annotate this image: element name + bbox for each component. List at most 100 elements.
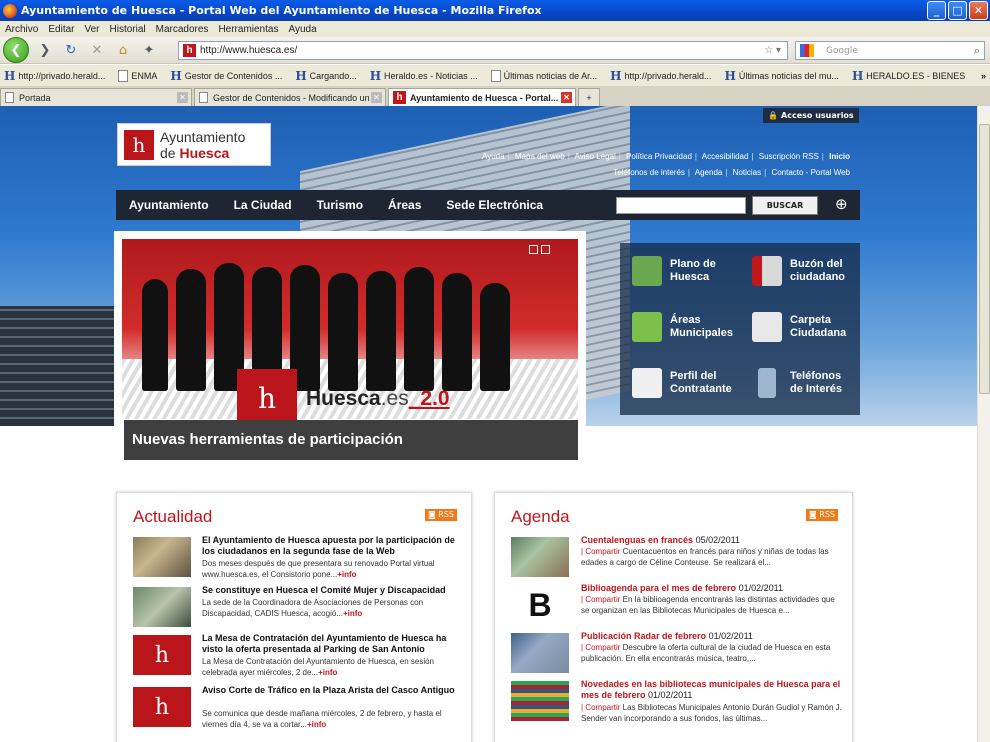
link-aviso-legal[interactable]: Aviso Legal [575, 152, 616, 161]
close-tab-icon[interactable]: ✕ [371, 92, 382, 103]
menu-ayuda[interactable]: Ayuda [283, 24, 321, 35]
nav-ayuntamiento[interactable]: Ayuntamiento [129, 198, 209, 212]
agenda-item[interactable]: B Biblioagenda para el mes de febrero 01… [511, 583, 841, 629]
news-item[interactable]: Se constituye en Huesca el Comité Mujer … [133, 585, 453, 631]
bookmark-item[interactable]: H Heraldo.es - Noticias ... [366, 69, 478, 83]
news-thumbnail[interactable] [133, 587, 191, 627]
tab-portada[interactable]: Portada ✕ [0, 88, 192, 106]
menu-historial[interactable]: Historial [105, 24, 151, 35]
agenda-thumbnail[interactable] [511, 681, 569, 721]
advanced-search-icon[interactable]: ⊕ [835, 195, 855, 215]
stop-icon[interactable]: ✕ [87, 43, 107, 58]
bookmark-item[interactable]: H Gestor de Contenidos ... [166, 69, 282, 83]
huesca-logo-icon[interactable]: h [133, 687, 191, 727]
news-title[interactable]: La Mesa de Contratación del Ayuntamiento… [202, 633, 460, 655]
menu-marcadores[interactable]: Marcadores [151, 24, 214, 35]
quick-telefonos[interactable]: Teléfonos de Interés [740, 355, 860, 411]
bookmark-item[interactable]: Últimas noticias de Ar... [487, 69, 597, 82]
tab-gestor[interactable]: Gestor de Contenidos - Modificando un ..… [194, 88, 386, 106]
quick-buzon[interactable]: Buzón del ciudadano [740, 243, 860, 299]
agenda-thumbnail[interactable] [511, 633, 569, 673]
share-link[interactable]: | Compartir [581, 547, 620, 556]
more-link[interactable]: +info [307, 720, 326, 729]
link-contacto[interactable]: Contacto - Portal Web [771, 168, 850, 177]
nav-la-ciudad[interactable]: La Ciudad [234, 198, 292, 212]
share-link[interactable]: | Compartir [581, 643, 620, 652]
url-bar[interactable]: h http://www.huesca.es/ ☆ ▾ [178, 41, 788, 60]
bookmark-item[interactable]: H HERALDO.ES - BIENES [848, 69, 965, 83]
site-search-input[interactable] [616, 197, 746, 214]
tab-ayuntamiento[interactable]: h Ayuntamiento de Huesca - Portal... ✕ [388, 88, 576, 106]
minimize-button[interactable]: _ [927, 1, 946, 20]
news-item[interactable]: El Ayuntamiento de Huesca apuesta por la… [133, 535, 455, 581]
access-users-button[interactable]: 🔒 Acceso usuarios [763, 108, 859, 123]
chevron-right-icon[interactable]: » [981, 71, 986, 81]
link-accesibilidad[interactable]: Accesibilidad [702, 152, 749, 161]
bookmark-item[interactable]: ENMA [114, 69, 157, 82]
link-mapa[interactable]: Mapa del web [515, 152, 565, 161]
agenda-title-line[interactable]: Novedades en las bibliotecas municipales… [581, 679, 843, 701]
news-thumbnail[interactable] [133, 537, 191, 577]
site-logo[interactable]: h Ayuntamiento de Huesca [117, 123, 271, 166]
quick-areas[interactable]: Áreas Municipales [620, 299, 740, 355]
banner-pager[interactable] [529, 245, 550, 254]
web-search-input[interactable]: Google ⌕ [795, 41, 985, 60]
new-tab-button[interactable]: + [578, 88, 600, 106]
close-tab-icon[interactable]: ✕ [177, 92, 188, 103]
close-tab-icon[interactable]: ✕ [561, 92, 572, 103]
link-inicio[interactable]: Inicio [829, 152, 850, 161]
nav-sede-electronica[interactable]: Sede Electrónica [446, 198, 543, 212]
back-button[interactable]: ❮ [3, 37, 29, 63]
agenda-title-line[interactable]: Publicación Radar de febrero 01/02/2011 [581, 631, 843, 642]
search-button[interactable]: BUSCAR [752, 196, 818, 215]
url-text[interactable]: http://www.huesca.es/ [200, 45, 297, 56]
link-agenda[interactable]: Agenda [695, 168, 723, 177]
agenda-title-line[interactable]: Cuentalenguas en francés 05/02/2011 [581, 535, 843, 546]
news-title[interactable]: Aviso Corte de Tráfico en la Plaza Arist… [202, 685, 460, 696]
agenda-item[interactable]: Cuentalenguas en francés 05/02/2011 | Co… [511, 535, 841, 581]
vertical-scrollbar[interactable] [977, 106, 990, 742]
news-item[interactable]: h La Mesa de Contratación del Ayuntamien… [133, 633, 453, 679]
biblioagenda-logo[interactable]: B [511, 585, 569, 625]
reload-icon[interactable]: ↻ [61, 43, 81, 58]
menu-archivo[interactable]: Archivo [0, 24, 43, 35]
bookmark-star-icon[interactable]: ☆ ▾ [764, 45, 781, 56]
rss-button[interactable]: ◙ RSS [806, 509, 838, 521]
nav-areas[interactable]: Áreas [388, 198, 421, 212]
scrollbar-thumb[interactable] [979, 124, 990, 394]
bookmark-item[interactable]: H Últimas noticias del mu... [721, 69, 839, 83]
news-item[interactable]: h Aviso Corte de Tráfico en la Plaza Ari… [133, 685, 455, 731]
banner-caption[interactable]: Nuevas herramientas de participación [124, 420, 578, 460]
addon-icon[interactable]: ✦ [139, 43, 159, 58]
more-link[interactable]: +info [343, 609, 362, 618]
close-window-button[interactable]: ✕ [969, 1, 988, 20]
agenda-item[interactable]: Novedades en las bibliotecas municipales… [511, 679, 843, 725]
huesca-logo-icon[interactable]: h [133, 635, 191, 675]
maximize-button[interactable]: □ [948, 1, 967, 20]
bookmark-item[interactable]: Hhttp://privado.herald... [606, 69, 711, 83]
link-noticias[interactable]: Noticias [733, 168, 761, 177]
share-link[interactable]: | Compartir [581, 595, 620, 604]
more-link[interactable]: +info [318, 668, 337, 677]
bookmark-item[interactable]: Hhttp://privado.herald... [0, 69, 105, 83]
menu-herramientas[interactable]: Herramientas [213, 24, 283, 35]
link-telefonos[interactable]: Teléfonos de interés [613, 168, 685, 177]
agenda-thumbnail[interactable] [511, 537, 569, 577]
quick-perfil[interactable]: Perfil del Contratante [620, 355, 740, 411]
rss-button[interactable]: ◙ RSS [425, 509, 457, 521]
search-icon[interactable]: ⌕ [974, 44, 980, 58]
agenda-item[interactable]: Publicación Radar de febrero 01/02/2011 … [511, 631, 841, 677]
quick-carpeta[interactable]: Carpeta Ciudadana [740, 299, 860, 355]
news-title[interactable]: El Ayuntamiento de Huesca apuesta por la… [202, 535, 460, 557]
link-rss[interactable]: Suscripción RSS [759, 152, 819, 161]
link-privacidad[interactable]: Política Privacidad [626, 152, 692, 161]
quick-plano[interactable]: Plano de Huesca [620, 243, 740, 299]
forward-icon[interactable]: ❯ [35, 43, 55, 58]
share-link[interactable]: | Compartir [581, 703, 620, 712]
news-title[interactable]: Se constituye en Huesca el Comité Mujer … [202, 585, 460, 596]
nav-turismo[interactable]: Turismo [317, 198, 363, 212]
more-link[interactable]: +info [337, 570, 356, 579]
home-icon[interactable]: ⌂ [113, 43, 133, 58]
menu-ver[interactable]: Ver [79, 24, 104, 35]
link-ayuda[interactable]: Ayuda [482, 152, 505, 161]
